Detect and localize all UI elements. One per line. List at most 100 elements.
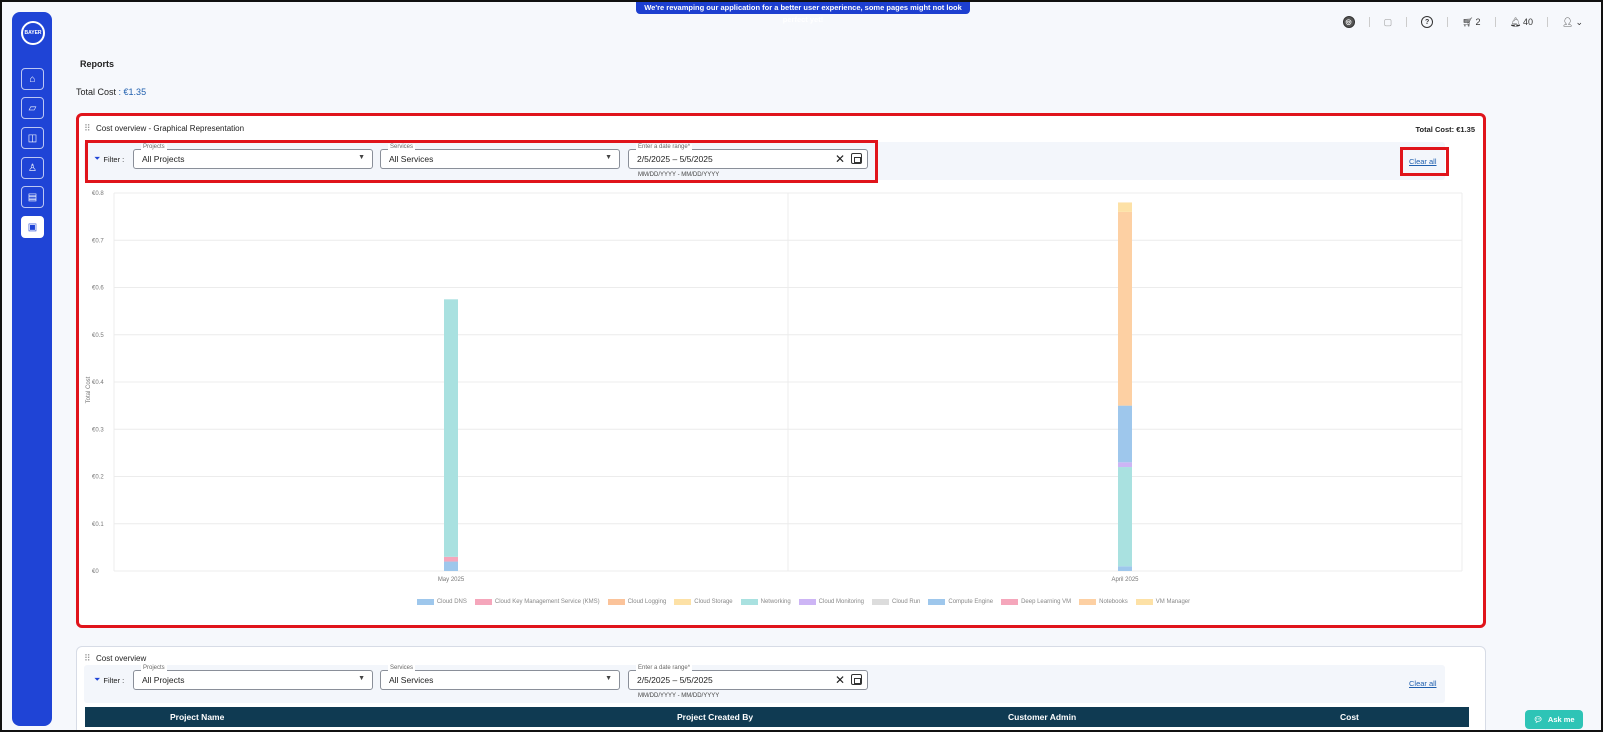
bayer-logo[interactable]: BAYER bbox=[21, 21, 45, 45]
user-menu-button[interactable]: 👤︎ ⌄ bbox=[1562, 17, 1583, 28]
legend-item[interactable]: Cloud Storage bbox=[674, 599, 733, 605]
y-tick-label: €0.1 bbox=[92, 522, 104, 528]
legend-item[interactable]: Notebooks bbox=[1079, 599, 1128, 605]
legend-label: Networking bbox=[760, 599, 791, 605]
app-window: We're revamping our application for a be… bbox=[0, 0, 1603, 732]
chat-icon: 💬︎ bbox=[1533, 715, 1543, 724]
legend-item[interactable]: Cloud Key Management Service (KMS) bbox=[474, 599, 600, 605]
legend-item[interactable]: VM Manager bbox=[1135, 599, 1191, 605]
divider bbox=[1406, 17, 1408, 27]
sidebar-item-marketplace[interactable]: ◫ bbox=[21, 127, 44, 149]
bar-segment bbox=[1118, 211, 1132, 406]
table-header: Project Name Project Created By Customer… bbox=[85, 707, 1469, 727]
legend-item[interactable]: Cloud Logging bbox=[607, 599, 667, 605]
legend-label: Cloud DNS bbox=[436, 599, 467, 605]
total-cost-label: Total Cost bbox=[76, 87, 117, 97]
date-range-input[interactable]: Enter a date range* 2/5/2025 – 5/5/2025 … bbox=[628, 665, 868, 690]
bar-segment bbox=[1118, 462, 1132, 468]
legend-label: Cloud Key Management Service (KMS) bbox=[494, 599, 600, 605]
legend-label: Cloud Logging bbox=[627, 599, 667, 605]
clear-all-highlight-box bbox=[1400, 147, 1449, 176]
column-header-customer-admin[interactable]: Customer Admin bbox=[1008, 712, 1076, 722]
cost-chart-svg: €0 €0.1 €0.2 €0.3 €0.4 €0.5 €0.6 €0.7 €0.8 Total … bbox=[86, 191, 1463, 583]
panel-title: Cost overview - Graphical Representation bbox=[96, 124, 245, 133]
legend-label: Cloud Monitoring bbox=[818, 599, 865, 605]
legend-label: Cloud Storage bbox=[694, 599, 733, 605]
cart-button[interactable]: 🛒︎ 2 bbox=[1462, 17, 1480, 28]
services-select[interactable]: Services All Services ▼ bbox=[380, 665, 620, 690]
y-tick-label: €0.7 bbox=[92, 238, 104, 244]
announcement-banner: We're revamping our application for a be… bbox=[636, 2, 970, 24]
legend-swatch bbox=[674, 599, 692, 605]
document-icon: ▢ bbox=[1383, 16, 1393, 27]
services-value: All Services bbox=[389, 675, 434, 685]
projects-label: Projects bbox=[141, 665, 167, 671]
y-tick-label: €0.3 bbox=[92, 427, 104, 433]
legend-swatch bbox=[798, 599, 816, 605]
legend-swatch bbox=[1001, 599, 1019, 605]
date-range-label: Enter a date range* bbox=[636, 665, 693, 671]
column-header-cost[interactable]: Cost bbox=[1340, 712, 1359, 722]
date-format-hint: MM/DD/YYYY - MM/DD/YYYY bbox=[638, 693, 720, 699]
ask-me-button[interactable]: 💬︎ Ask me bbox=[1525, 710, 1583, 729]
legend-item[interactable]: Cloud Run bbox=[872, 599, 920, 605]
requests-button[interactable]: ▢ bbox=[1384, 17, 1393, 28]
column-header-created-by[interactable]: Project Created By bbox=[677, 712, 753, 722]
date-range-value: 2/5/2025 – 5/5/2025 bbox=[637, 675, 713, 685]
legend-swatch bbox=[928, 599, 946, 605]
legend-item[interactable]: Cloud DNS bbox=[416, 599, 467, 605]
drag-handle-icon[interactable]: ⠿ bbox=[84, 653, 91, 664]
bar-segment bbox=[1118, 405, 1132, 463]
folder-icon: ▱ bbox=[28, 102, 37, 114]
language-button[interactable]: ◎ bbox=[1342, 16, 1355, 28]
sidebar-item-users[interactable]: ♙ bbox=[21, 157, 44, 179]
projects-value: All Projects bbox=[142, 675, 185, 685]
column-header-project-name[interactable]: Project Name bbox=[170, 712, 224, 722]
sidebar-item-reports[interactable]: ▣ bbox=[21, 216, 44, 238]
sidebar-item-billing[interactable]: ▤ bbox=[21, 186, 44, 208]
filter-label: ⏷ Filter : bbox=[94, 675, 125, 685]
user-settings-icon: ♙ bbox=[28, 162, 37, 174]
legend-swatch bbox=[416, 599, 434, 605]
drag-handle-icon[interactable]: ⠿ bbox=[84, 123, 91, 134]
y-axis-label: Total Cost bbox=[86, 376, 92, 403]
sidebar-item-home[interactable]: ⌂ bbox=[21, 68, 44, 90]
legend-item[interactable]: Cloud Monitoring bbox=[798, 599, 865, 605]
legend-item[interactable]: Deep Learning VM bbox=[1001, 599, 1071, 605]
projects-select[interactable]: Projects All Projects ▼ bbox=[133, 665, 373, 690]
legend-item[interactable]: Networking bbox=[740, 599, 791, 605]
bar-segment bbox=[1118, 467, 1132, 567]
filter-icon: ⏷ bbox=[94, 675, 101, 684]
total-cost-value: : €1.35 bbox=[118, 87, 147, 97]
ask-me-label: Ask me bbox=[1547, 715, 1575, 724]
total-cost-summary: Total Cost : €1.35 bbox=[76, 87, 146, 97]
y-tick-label: €0.6 bbox=[92, 286, 104, 292]
divider bbox=[1547, 17, 1549, 27]
cost-chart: €0 €0.1 €0.2 €0.3 €0.4 €0.5 €0.6 €0.7 €0.8 Total … bbox=[82, 185, 1472, 610]
home-icon: ⌂ bbox=[29, 73, 36, 85]
bar-segment bbox=[444, 299, 458, 557]
clear-date-icon[interactable]: ✕ bbox=[835, 673, 845, 687]
help-icon: ? bbox=[1421, 16, 1434, 28]
calendar-icon[interactable] bbox=[851, 674, 862, 685]
reports-icon: ▣ bbox=[27, 221, 38, 233]
divider bbox=[1494, 17, 1496, 27]
legend-swatch bbox=[740, 599, 758, 605]
y-tick-label: €0.5 bbox=[92, 333, 104, 339]
panel-total-cost: Total Cost: €1.35 bbox=[1415, 125, 1475, 134]
clear-all-link[interactable]: Clear all bbox=[1409, 679, 1437, 688]
legend-label: Compute Engine bbox=[948, 599, 994, 605]
shopping-bag-icon: ◫ bbox=[27, 132, 38, 144]
page-title: Reports bbox=[80, 59, 115, 69]
help-button[interactable]: ? bbox=[1421, 16, 1434, 28]
bar-segment bbox=[1118, 566, 1132, 571]
bar-segment bbox=[444, 556, 458, 562]
panel-title: Cost overview bbox=[96, 654, 147, 663]
cart-count: 2 bbox=[1475, 17, 1481, 27]
legend-swatch bbox=[1079, 599, 1097, 605]
sidebar-item-projects[interactable]: ▱ bbox=[21, 97, 44, 119]
dropdown-arrow-icon: ▼ bbox=[358, 675, 365, 682]
legend-label: VM Manager bbox=[1155, 599, 1191, 605]
legend-item[interactable]: Compute Engine bbox=[928, 599, 993, 605]
notifications-button[interactable]: 🔔︎ 40 bbox=[1510, 17, 1533, 28]
